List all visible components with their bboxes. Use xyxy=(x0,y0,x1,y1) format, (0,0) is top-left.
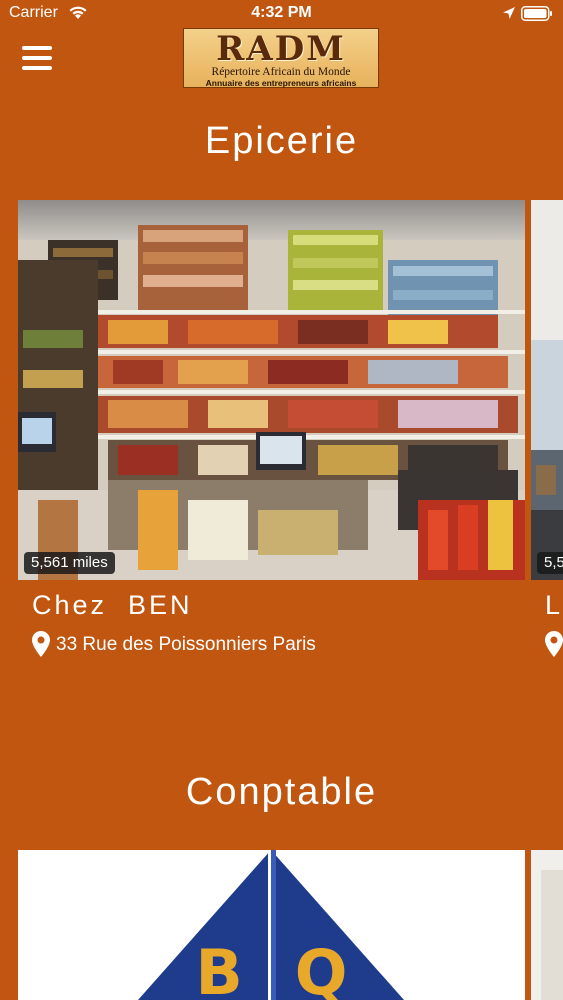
location-arrow-icon xyxy=(503,7,515,19)
street-photo xyxy=(531,200,563,580)
battery-icon xyxy=(521,6,552,21)
business-photo[interactable]: BQ xyxy=(18,850,525,1000)
business-photo[interactable]: 5,5 xyxy=(531,200,563,580)
business-photo[interactable]: 5,561 miles xyxy=(18,200,525,580)
grocery-store-photo xyxy=(18,200,525,580)
logo-tagline: Annuaire des entrepreneurs africains xyxy=(205,78,357,88)
section-title-epicerie: Epicerie xyxy=(204,120,359,162)
app-logo: RADM Répertoire Africain du Monde Annuai… xyxy=(183,28,379,88)
status-time: 4:32 PM xyxy=(251,4,312,21)
logo-title: RADM xyxy=(216,29,346,69)
logo-letters: BQ xyxy=(195,936,400,1000)
business-card[interactable]: 5,5 L xyxy=(531,200,563,670)
business-card[interactable]: 5,561 miles Chez BEN 33 Rue des Poissonn… xyxy=(18,200,525,670)
business-name[interactable]: Chez BEN xyxy=(32,590,193,621)
business-photo[interactable] xyxy=(531,850,563,1000)
business-name[interactable]: L xyxy=(545,590,563,621)
map-pin-icon xyxy=(545,631,563,657)
distance-badge: 5,5 xyxy=(537,552,563,574)
map-pin-icon xyxy=(32,631,50,657)
hamburger-menu-icon[interactable] xyxy=(20,44,54,72)
status-bar: Carrier 4:32 PM xyxy=(0,0,563,28)
business-card[interactable] xyxy=(531,850,563,1000)
section-title-conptable: Conptable xyxy=(185,771,378,813)
business-address[interactable]: 33 Rue des Poissonniers Paris xyxy=(56,634,316,656)
distance-badge: 5,561 miles xyxy=(24,552,115,574)
office-photo xyxy=(531,850,563,1000)
business-card[interactable]: BQ xyxy=(18,850,525,1000)
